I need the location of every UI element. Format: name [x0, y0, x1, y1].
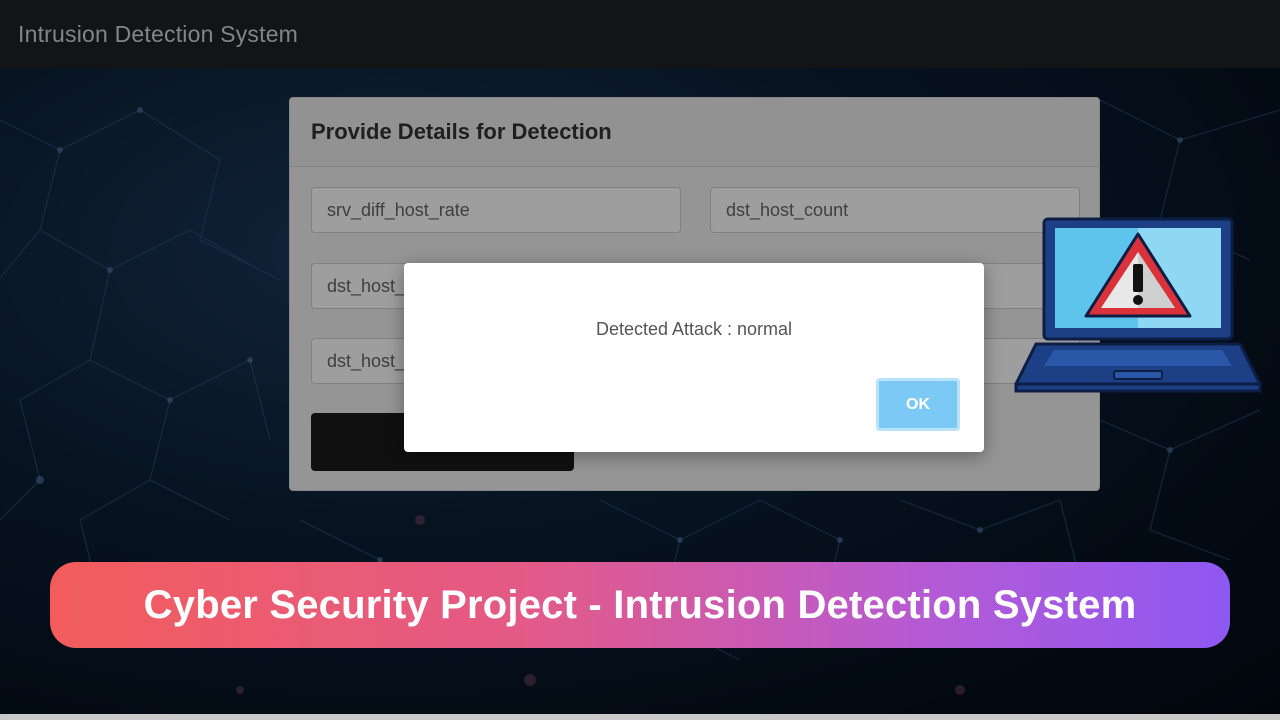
bottom-strip — [0, 714, 1280, 720]
alert-message: Detected Attack : normal — [595, 319, 793, 339]
navbar-backdrop — [0, 0, 1280, 68]
banner-title: Cyber Security Project - Intrusion Detec… — [143, 582, 1137, 627]
laptop-warning-icon — [1014, 217, 1262, 393]
title-banner: Cyber Security Project - Intrusion Detec… — [50, 562, 1230, 648]
screen: Intrusion Detection System Provide Detai… — [0, 0, 1280, 720]
ok-button[interactable]: OK — [876, 378, 960, 431]
alert-dialog: Detected Attack : normal OK — [404, 263, 984, 452]
